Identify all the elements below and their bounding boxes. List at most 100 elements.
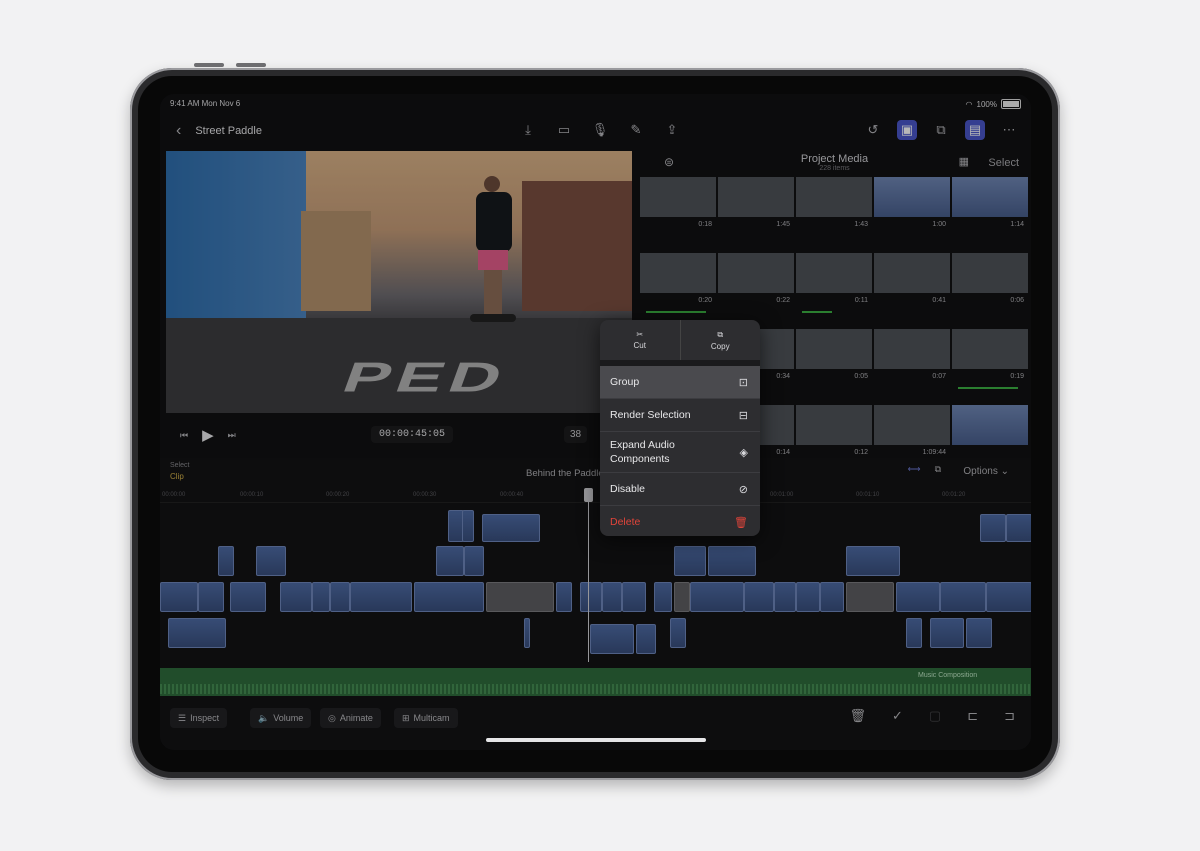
- timeline-clip[interactable]: [280, 582, 312, 612]
- media-thumbnail[interactable]: 0:22: [718, 253, 794, 313]
- share-icon[interactable]: ⇪: [662, 120, 682, 140]
- timeline-clip[interactable]: [796, 582, 820, 612]
- media-thumbnail[interactable]: 0:05: [796, 329, 872, 389]
- timeline-clip[interactable]: [930, 618, 964, 648]
- menu-item-group[interactable]: Group ⊡: [600, 366, 760, 399]
- media-thumbnail[interactable]: 0:20: [640, 253, 716, 313]
- photo-browser-icon[interactable]: ▣: [897, 120, 917, 140]
- timeline-clip[interactable]: [674, 582, 690, 612]
- menu-item-expand-audio[interactable]: Expand Audio Components ◈: [600, 432, 760, 473]
- timeline-clip[interactable]: [940, 582, 986, 612]
- animate-button[interactable]: ◎ Animate: [320, 708, 381, 728]
- timecode-display[interactable]: 00:00:45:05: [371, 426, 454, 443]
- copy-button[interactable]: ⧉ Copy: [681, 320, 761, 360]
- timeline-clip[interactable]: [966, 618, 992, 648]
- menu-item-disable[interactable]: Disable ⊘: [600, 473, 760, 506]
- checkmark-icon[interactable]: ✓: [892, 708, 903, 724]
- timeline-clip[interactable]: [230, 582, 266, 612]
- media-thumbnail[interactable]: 1:14: [952, 177, 1028, 237]
- timeline-clip[interactable]: [350, 582, 412, 612]
- timeline-clip[interactable]: [744, 582, 774, 612]
- music-track[interactable]: Music Composition: [160, 668, 1031, 696]
- media-thumbnail[interactable]: 0:19: [952, 329, 1028, 389]
- media-thumbnail[interactable]: 0:11: [796, 253, 872, 313]
- timeline-clip[interactable]: [168, 618, 226, 648]
- trim-start-icon[interactable]: ⊏: [967, 708, 978, 724]
- timeline-ruler[interactable]: 00:00:00 00:00:10 00:00:20 00:00:30 00:0…: [160, 488, 1031, 503]
- trash-icon[interactable]: 🗑: [849, 708, 866, 724]
- media-thumbnail[interactable]: 0:06: [952, 253, 1028, 313]
- timeline-clip[interactable]: [774, 582, 796, 612]
- media-thumbnail[interactable]: [952, 405, 1028, 465]
- timeline-clip[interactable]: [674, 546, 706, 576]
- timeline-clip[interactable]: [160, 582, 198, 612]
- options-button[interactable]: Options ⌄: [963, 466, 1009, 477]
- timeline-clip[interactable]: [986, 582, 1031, 612]
- timeline-clip[interactable]: [218, 546, 234, 576]
- undo-icon[interactable]: ↺: [863, 120, 883, 140]
- add-clip-icon[interactable]: ⧉: [931, 120, 951, 140]
- timeline-clip[interactable]: [636, 624, 656, 654]
- media-thumbnail[interactable]: 0:07: [874, 329, 950, 389]
- timeline-clip[interactable]: [590, 624, 634, 654]
- timeline-clip[interactable]: [556, 582, 572, 612]
- trim-end-icon[interactable]: ⊐: [1004, 708, 1015, 724]
- media-thumbnail[interactable]: 0:41: [874, 253, 950, 313]
- zoom-level[interactable]: 38: [564, 426, 588, 443]
- timeline-clip[interactable]: [486, 582, 554, 612]
- video-viewer[interactable]: PED: [166, 151, 632, 413]
- home-indicator[interactable]: [486, 738, 706, 742]
- clip-badge[interactable]: Clip: [170, 472, 184, 481]
- timeline-clip[interactable]: [256, 546, 286, 576]
- timeline-clip[interactable]: [580, 582, 602, 612]
- timeline-clip[interactable]: [906, 618, 922, 648]
- inspector-icon[interactable]: ▤: [965, 120, 985, 140]
- timeline-clip[interactable]: [602, 582, 622, 612]
- timeline-clip[interactable]: [846, 582, 894, 612]
- timeline-clip[interactable]: [708, 546, 756, 576]
- volume-button[interactable]: 🔈 Volume: [250, 708, 312, 728]
- link-icon[interactable]: ⟷: [908, 464, 921, 475]
- menu-item-render-selection[interactable]: Render Selection ⊟: [600, 399, 760, 432]
- timeline-clip[interactable]: [330, 582, 350, 612]
- layout-icon[interactable]: ▦: [959, 155, 969, 168]
- split-icon[interactable]: ▢: [929, 708, 941, 724]
- inspect-button[interactable]: ☰ Inspect: [170, 708, 228, 728]
- multicam-button[interactable]: ⊞ Multicam: [394, 708, 458, 728]
- camera-icon[interactable]: ▭: [554, 120, 574, 140]
- menu-item-delete[interactable]: Delete 🗑: [600, 506, 760, 536]
- media-thumbnail[interactable]: 1:43: [796, 177, 872, 237]
- media-thumbnail[interactable]: 1:45: [718, 177, 794, 237]
- timeline-clip[interactable]: [198, 582, 224, 612]
- playhead[interactable]: [584, 488, 593, 662]
- timeline-clip[interactable]: [464, 546, 484, 576]
- media-thumbnail[interactable]: 0:12: [796, 405, 872, 465]
- timeline-clip[interactable]: [980, 514, 1006, 542]
- timeline-clip[interactable]: [482, 514, 540, 542]
- next-frame-icon[interactable]: ⏭: [228, 430, 236, 441]
- timeline-clip[interactable]: [690, 582, 744, 612]
- timeline-clip[interactable]: [670, 618, 686, 648]
- import-icon[interactable]: ⤓: [518, 120, 538, 140]
- timeline[interactable]: Select Clip Behind the Paddle ⟷ ⧉ Option…: [160, 458, 1031, 694]
- timeline-clip[interactable]: [1006, 514, 1031, 542]
- timeline-clip[interactable]: [436, 546, 464, 576]
- media-thumbnail[interactable]: 1:00: [874, 177, 950, 237]
- clip-appearance-icon[interactable]: ⧉: [935, 464, 941, 475]
- microphone-icon[interactable]: 🎙: [590, 120, 610, 140]
- more-icon[interactable]: ⋯: [999, 120, 1019, 140]
- pen-icon[interactable]: ✎: [626, 120, 646, 140]
- timeline-clip[interactable]: [846, 546, 900, 576]
- media-thumbnail[interactable]: 1:09:44: [874, 405, 950, 465]
- media-thumbnail[interactable]: 0:18: [640, 177, 716, 237]
- timeline-clip[interactable]: [414, 582, 484, 612]
- timeline-clip[interactable]: [312, 582, 330, 612]
- timeline-clip[interactable]: [820, 582, 844, 612]
- play-icon[interactable]: ▶: [202, 426, 214, 444]
- timeline-clip[interactable]: [462, 510, 474, 542]
- previous-frame-icon[interactable]: ⏮: [180, 430, 188, 441]
- select-button[interactable]: Select: [988, 157, 1019, 169]
- cut-button[interactable]: ✂ Cut: [600, 320, 681, 360]
- timeline-clip[interactable]: [896, 582, 940, 612]
- timeline-clip[interactable]: [622, 582, 646, 612]
